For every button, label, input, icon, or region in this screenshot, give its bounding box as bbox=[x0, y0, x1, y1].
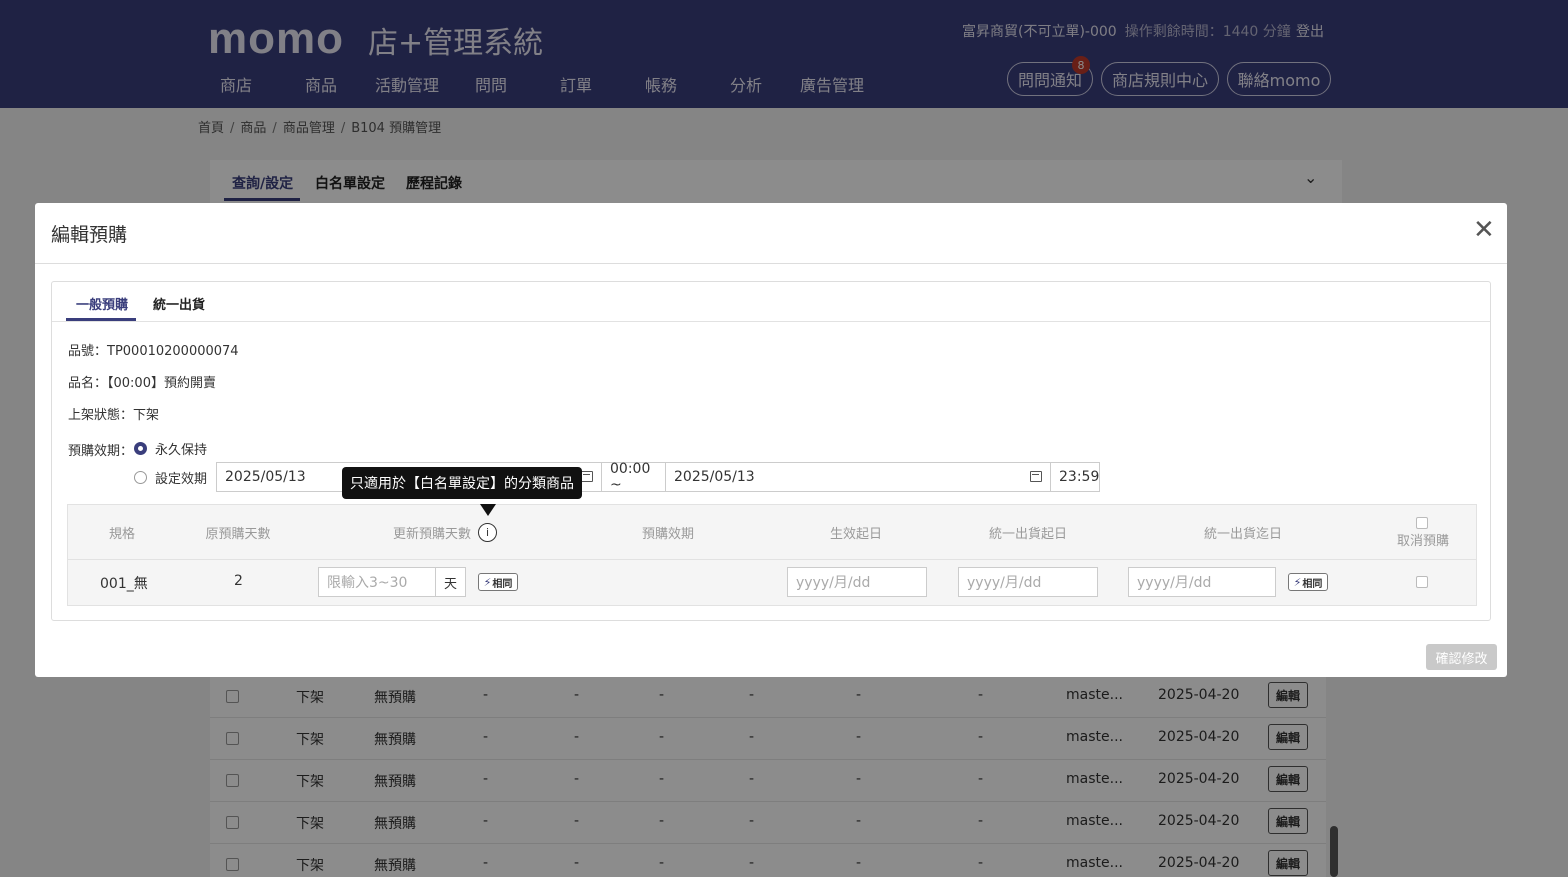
days-unit: 天 bbox=[435, 567, 466, 597]
same-label: 相同 bbox=[1302, 578, 1323, 590]
col-update-days: 更新預購天數 bbox=[392, 526, 471, 542]
start-time-field[interactable]: 00:00 ~ bbox=[601, 461, 666, 493]
product-number: 品號：TP00010200000074 bbox=[68, 344, 239, 359]
calendar-icon[interactable] bbox=[1030, 471, 1042, 482]
divider bbox=[52, 321, 1490, 322]
same-label: 相同 bbox=[492, 578, 513, 590]
end-date-field[interactable]: 2025/05/13 bbox=[665, 462, 1051, 492]
edit-preorder-modal: 編輯預購 ✕ 一般預購 統一出貨 品號：TP00010200000074 品名：… bbox=[35, 203, 1507, 677]
tooltip-arrow bbox=[480, 504, 496, 516]
listing-status: 上架狀態：下架 bbox=[68, 408, 160, 423]
radio-forever[interactable] bbox=[134, 442, 147, 455]
radio-forever-label: 永久保持 bbox=[155, 443, 208, 458]
col-orig-days: 原預購天數 bbox=[205, 526, 271, 542]
same-ship-button[interactable]: ⚡ 相同 bbox=[1288, 573, 1328, 591]
confirm-button[interactable]: 確認修改 bbox=[1426, 644, 1497, 670]
end-date-value: 2025/05/13 bbox=[674, 469, 755, 485]
row-spec: 001_無 bbox=[100, 576, 148, 592]
modal-panel: 一般預購 統一出貨 品號：TP00010200000074 品名：【00:00】… bbox=[51, 281, 1491, 621]
end-time-value: 23:59 bbox=[1059, 469, 1100, 485]
start-time-value: 00:00 ~ bbox=[610, 461, 651, 493]
tab-general-preorder[interactable]: 一般預購 bbox=[76, 294, 128, 313]
update-days-input[interactable]: 限輸入3~30 bbox=[318, 567, 436, 597]
col-cancel: 取消預購 bbox=[1396, 533, 1449, 549]
date-placeholder: yyyy/月/dd bbox=[967, 575, 1042, 591]
col-validity: 預購效期 bbox=[641, 526, 694, 542]
radio-set-validity[interactable] bbox=[134, 471, 147, 484]
tab-unified-shipping[interactable]: 統一出貨 bbox=[153, 294, 205, 313]
col-effective-start: 生效起日 bbox=[829, 526, 882, 542]
spec-table: 規格 原預購天數 更新預購天數 i 預購效期 生效起日 統一出貨起日 統一出貨迄… bbox=[67, 504, 1477, 606]
date-placeholder: yyyy/月/dd bbox=[1137, 575, 1212, 591]
col-ship-end: 統一出貨迄日 bbox=[1203, 526, 1282, 542]
lightning-icon: ⚡ bbox=[483, 575, 492, 589]
divider bbox=[35, 263, 1507, 264]
product-name: 品名：【00:00】預約開賣 bbox=[68, 376, 216, 391]
cancel-preorder-checkbox[interactable] bbox=[1416, 576, 1428, 588]
row-orig-days: 2 bbox=[234, 573, 243, 589]
update-days-placeholder: 限輸入3~30 bbox=[327, 575, 408, 591]
tooltip: 只適用於【白名單設定】的分類商品 bbox=[342, 467, 582, 499]
effective-start-input[interactable]: yyyy/月/dd bbox=[787, 567, 927, 597]
modal-title: 編輯預購 bbox=[51, 224, 128, 246]
start-date-value: 2025/05/13 bbox=[225, 469, 306, 485]
close-icon[interactable]: ✕ bbox=[1473, 217, 1495, 243]
validity-label: 預購效期： bbox=[68, 444, 134, 459]
end-time-field[interactable]: 23:59 bbox=[1050, 462, 1100, 492]
radio-set-validity-label: 設定效期 bbox=[155, 472, 208, 487]
lightning-icon: ⚡ bbox=[1293, 575, 1302, 589]
col-ship-start: 統一出貨起日 bbox=[988, 526, 1067, 542]
calendar-icon[interactable] bbox=[581, 471, 593, 482]
col-spec: 規格 bbox=[108, 526, 135, 542]
ship-start-input[interactable]: yyyy/月/dd bbox=[958, 567, 1098, 597]
date-placeholder: yyyy/月/dd bbox=[796, 575, 871, 591]
info-icon[interactable]: i bbox=[478, 523, 497, 542]
divider bbox=[68, 559, 1476, 560]
same-days-button[interactable]: ⚡ 相同 bbox=[478, 573, 518, 591]
ship-end-input[interactable]: yyyy/月/dd bbox=[1128, 567, 1276, 597]
